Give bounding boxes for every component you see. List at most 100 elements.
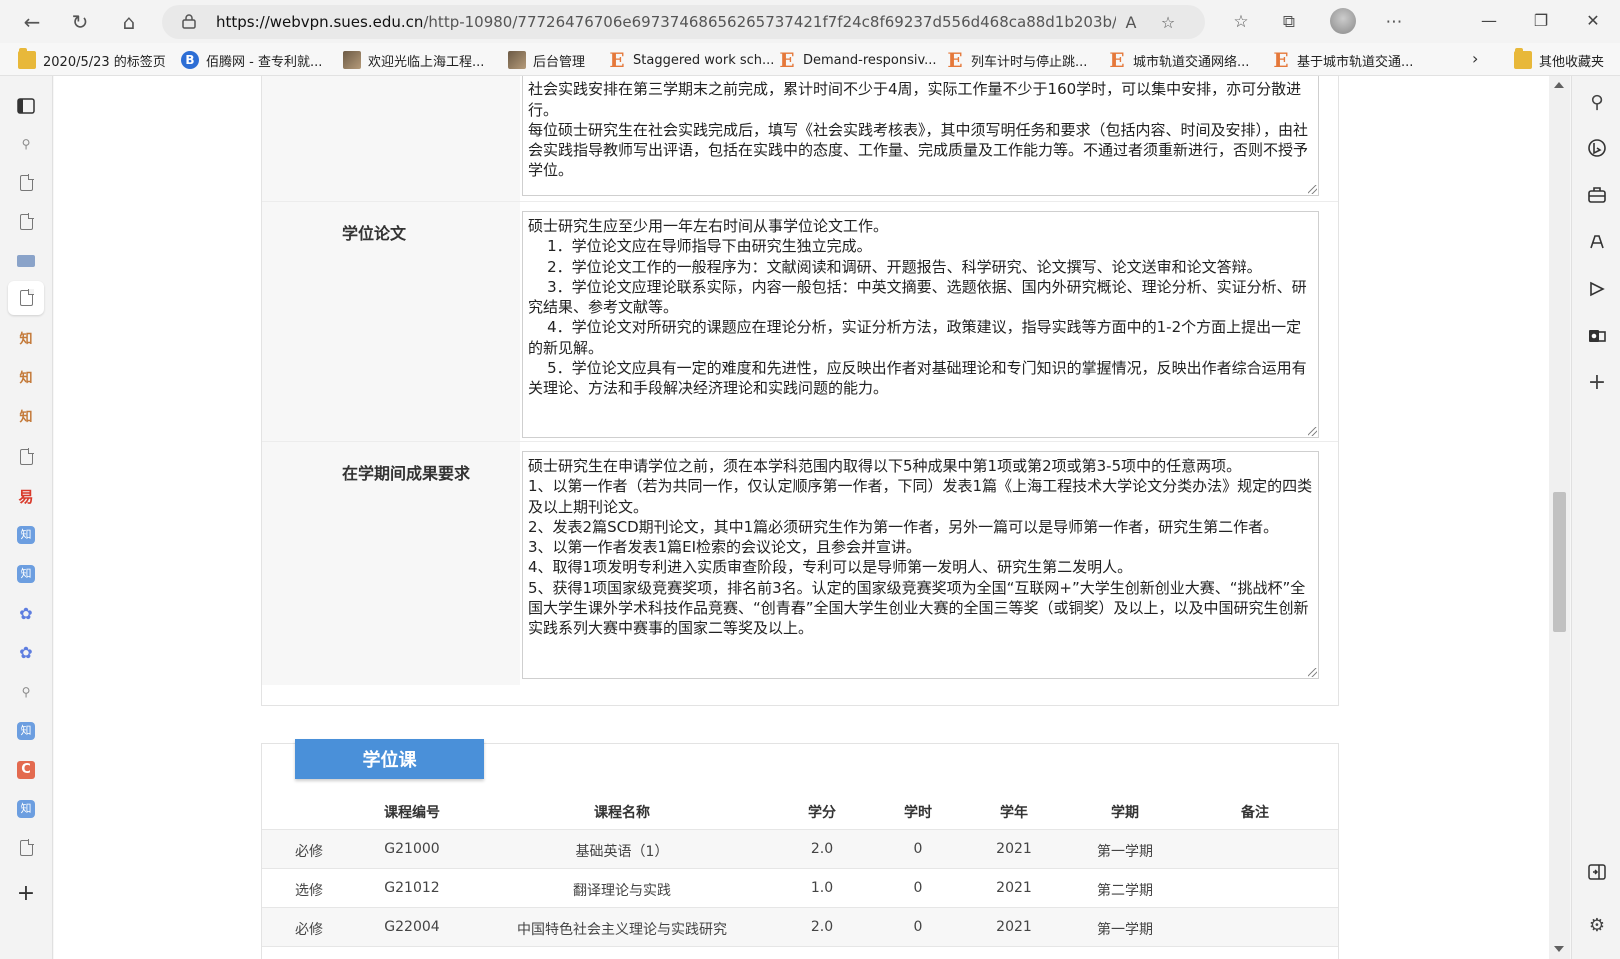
collections-icon[interactable]: ⧉ <box>1276 9 1302 35</box>
home-icon[interactable]: ⌂ <box>115 8 143 36</box>
bookmark-item[interactable]: 2020/5/23 的标签页 <box>18 48 166 71</box>
more-menu-icon[interactable]: ⋯ <box>1381 9 1407 35</box>
degree-courses-tab[interactable]: 学位课 <box>295 739 484 779</box>
e-icon: E <box>1109 48 1125 72</box>
restore-icon[interactable]: ❐ <box>1526 8 1556 34</box>
vertical-scrollbar[interactable] <box>1549 76 1570 959</box>
cell-code: G21000 <box>384 841 440 857</box>
tab-zhi-icon[interactable]: 知 <box>14 523 38 547</box>
back-arrow-icon[interactable]: ← <box>18 8 46 36</box>
url-host: https://webvpn.sues.edu.cn <box>216 13 424 31</box>
bookmark-item[interactable]: 欢迎光临上海工程... <box>343 49 484 71</box>
cell-year: 2021 <box>996 841 1032 857</box>
other-favorites[interactable]: 其他收藏夹 <box>1514 48 1605 71</box>
bookmark-item[interactable]: 后台管理 <box>508 49 585 71</box>
bookmark-label: 基于城市轨道交通... <box>1297 54 1414 70</box>
toolbox-icon[interactable] <box>1584 182 1610 208</box>
scrollbar-thumb[interactable] <box>1553 492 1566 632</box>
tab-page-icon[interactable] <box>14 210 38 234</box>
table-row[interactable]: 必修 G22004 中国特色社会主义理论与实践研究 2.0 0 2021 第一学… <box>262 908 1338 947</box>
lock-icon[interactable] <box>182 13 196 29</box>
outlook-icon[interactable] <box>1584 323 1610 349</box>
bookmark-label: Staggered work sch... <box>633 52 775 68</box>
achievement-text: 硕士研究生在申请学位之前，须在本学科范围内取得以下5种成果中第1项或第2项或第3… <box>528 457 1313 638</box>
tab-page-icon[interactable] <box>14 836 38 860</box>
table-row[interactable]: 必修 G21000 基础英语（1） 2.0 0 2021 第一学期 <box>262 830 1338 869</box>
bookmark-item[interactable]: E Staggered work sch... <box>608 49 774 71</box>
form-label-cell: 学位论文 <box>262 202 520 441</box>
tab-site-icon[interactable] <box>14 249 38 273</box>
bookmark-item[interactable]: B 佰腾网 - 查专利就... <box>181 49 322 71</box>
cell-hours: 0 <box>913 841 923 857</box>
tab-zhiwang-icon[interactable]: 知 <box>14 406 38 430</box>
thesis-textarea[interactable]: 硕士研究生应至少用一年左右时间从事学位论文工作。 1．学位论文应在导师指导下由研… <box>522 211 1319 438</box>
new-tab-plus-icon[interactable]: + <box>14 881 38 906</box>
other-favorites-label: 其他收藏夹 <box>1539 54 1605 70</box>
header-year: 学年 <box>1000 805 1028 821</box>
search-icon[interactable]: ⚲ <box>1584 89 1610 115</box>
cell-hours: 0 <box>913 919 923 935</box>
tab-page-icon[interactable] <box>14 445 38 469</box>
resize-grip-icon[interactable] <box>1308 668 1317 677</box>
bing-chat-icon[interactable] <box>1584 135 1610 161</box>
bookmark-label: 欢迎光临上海工程... <box>368 54 485 70</box>
form-label-cell <box>262 76 520 201</box>
tab-zhi-icon[interactable]: 知 <box>14 797 38 821</box>
profile-avatar[interactable] <box>1330 8 1356 34</box>
bookmark-label: 后台管理 <box>533 54 586 70</box>
tab-zhiwang-icon[interactable]: 知 <box>14 367 38 391</box>
tab-zhi-icon[interactable]: 知 <box>14 562 38 586</box>
tab-zhi-icon[interactable]: 知 <box>14 719 38 743</box>
tab-search-icon[interactable]: ⚲ <box>14 680 38 704</box>
tab-zhiwang-icon[interactable]: 知 <box>14 328 38 352</box>
office-icon[interactable] <box>1584 276 1610 302</box>
tab-baidu-paw-icon[interactable]: ✿ <box>14 640 38 664</box>
search-tab-icon[interactable]: ⚲ <box>14 132 38 156</box>
resize-grip-icon[interactable] <box>1308 185 1317 194</box>
settings-gear-icon[interactable]: ⚙ <box>1584 912 1610 938</box>
add-sidebar-app-icon[interactable]: + <box>1584 369 1610 395</box>
close-icon[interactable]: ✕ <box>1578 8 1608 34</box>
edge-sidebar: ⚲ + ⚙ <box>1571 76 1620 959</box>
cell-credit: 1.0 <box>810 880 834 896</box>
vertical-tabs-sidebar: ⚲ 知 知 知 易 知 知 ✿ ✿ ⚲ 知 C 知 + <box>0 76 53 959</box>
refresh-icon[interactable]: ↻ <box>66 8 94 36</box>
tab-active-page-icon[interactable] <box>8 281 44 315</box>
scroll-down-arrow-icon[interactable] <box>1554 946 1564 952</box>
practice-textarea[interactable]: 3．管理实践（含管理助教）：参加学校各管理部门的部分行政及教学管理工作。 社会实… <box>522 76 1319 196</box>
bookmark-item[interactable]: E 基于城市轨道交通... <box>1272 49 1413 71</box>
games-icon[interactable] <box>1584 229 1610 255</box>
bookmark-item[interactable]: E Demand-responsiv... <box>778 49 936 71</box>
read-aloud-icon[interactable]: A <box>1120 12 1142 34</box>
resize-grip-icon[interactable] <box>1308 427 1317 436</box>
scroll-up-arrow-icon[interactable] <box>1554 82 1564 88</box>
bookmark-label: 佰腾网 - 查专利就... <box>206 54 323 70</box>
bookmark-item[interactable]: E 列车计时与停止跳... <box>946 49 1087 71</box>
address-bar[interactable]: https://webvpn.sues.edu.cn/http-10980/77… <box>162 5 1205 39</box>
favorites-icon[interactable]: ☆ <box>1228 9 1254 35</box>
tab-yi-icon[interactable]: 易 <box>14 484 38 508</box>
tab-actions-icon[interactable] <box>14 94 38 118</box>
tab-c-icon[interactable]: C <box>14 758 38 782</box>
achievement-textarea[interactable]: 硕士研究生在申请学位之前，须在本学科范围内取得以下5种成果中第1项或第2项或第3… <box>522 451 1319 679</box>
tab-baidu-paw-icon[interactable]: ✿ <box>14 601 38 625</box>
photo-icon <box>343 51 361 69</box>
minimize-icon[interactable]: — <box>1474 8 1504 34</box>
table-row[interactable]: 选修 G21012 翻译理论与实践 1.0 0 2021 第二学期 <box>262 869 1338 908</box>
thesis-text: 硕士研究生应至少用一年左右时间从事学位论文工作。 1．学位论文应在导师指导下由研… <box>528 217 1307 398</box>
tab-page-icon[interactable] <box>14 171 38 195</box>
form-label-cell: 在学期间成果要求 <box>262 442 520 685</box>
header-name: 课程名称 <box>594 805 650 821</box>
url-text[interactable]: https://webvpn.sues.edu.cn/http-10980/77… <box>216 13 1116 31</box>
practice-text: 3．管理实践（含管理助教）：参加学校各管理部门的部分行政及教学管理工作。 社会实… <box>528 76 1309 180</box>
training-plan-form: 3．管理实践（含管理助教）：参加学校各管理部门的部分行政及教学管理工作。 社会实… <box>261 76 1339 706</box>
add-favorite-icon[interactable]: ☆ <box>1157 12 1179 34</box>
bookmark-item[interactable]: E 城市轨道交通网络... <box>1108 49 1249 71</box>
page-viewport: 3．管理实践（含管理助教）：参加学校各管理部门的部分行政及教学管理工作。 社会实… <box>54 76 1549 959</box>
photo-icon <box>508 51 526 69</box>
cell-type: 必修 <box>295 922 323 938</box>
chevron-right-icon[interactable]: › <box>1472 49 1478 68</box>
e-icon: E <box>1273 48 1289 72</box>
hide-sidebar-icon[interactable] <box>1584 859 1610 885</box>
cell-term: 第二学期 <box>1097 883 1153 899</box>
